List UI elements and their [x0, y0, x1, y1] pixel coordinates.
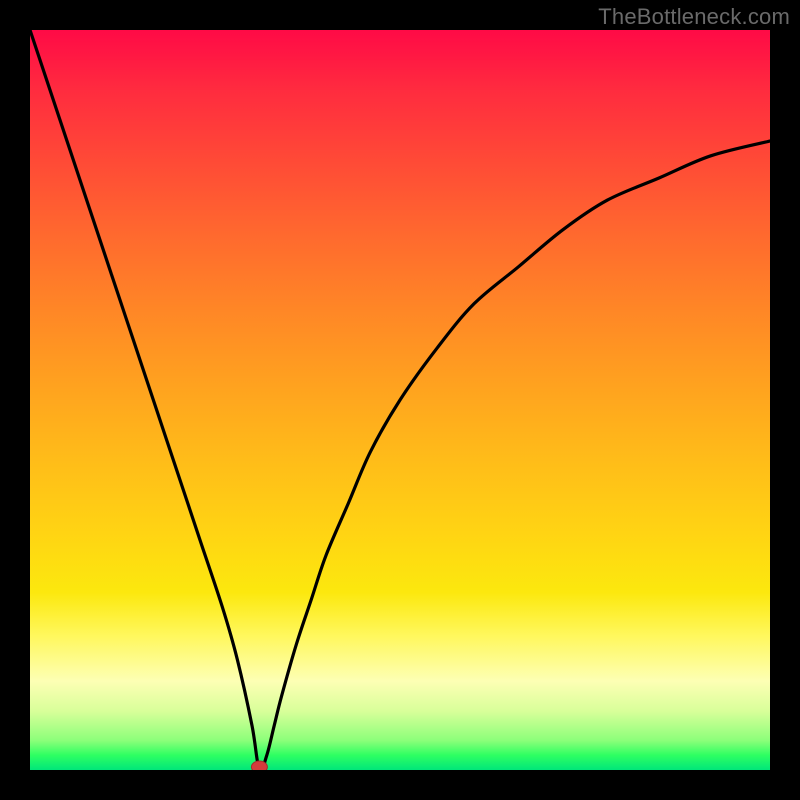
bottleneck-curve	[30, 30, 770, 770]
chart-svg	[30, 30, 770, 770]
minimum-marker	[251, 761, 267, 770]
outer-frame: TheBottleneck.com	[0, 0, 800, 800]
watermark-text: TheBottleneck.com	[598, 4, 790, 30]
plot-area	[30, 30, 770, 770]
